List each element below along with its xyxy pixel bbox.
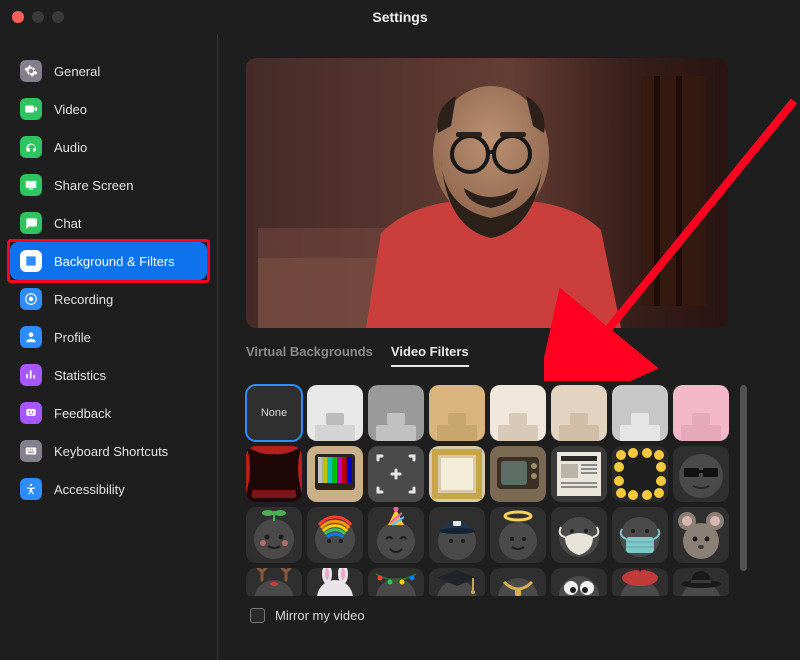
zoom-window-button[interactable] [52,11,64,23]
sidebar-item-label: Recording [54,292,113,307]
titlebar: Settings [0,0,800,34]
sidebar-item-share-screen[interactable]: Share Screen [10,166,207,204]
sidebar: General Video Audio Share Screen Chat [0,34,218,660]
filter-bunny[interactable] [307,568,363,596]
filter-room-cream[interactable] [490,385,546,441]
filter-tv-color-bars[interactable] [307,446,363,502]
sidebar-item-label: Statistics [54,368,106,383]
video-icon [20,98,42,120]
sidebar-item-label: Feedback [54,406,111,421]
filter-n95-mask-face[interactable] [551,507,607,563]
window-title: Settings [372,9,427,25]
sidebar-item-statistics[interactable]: Statistics [10,356,207,394]
filter-room-tan[interactable] [429,385,485,441]
filter-rainbow-face[interactable] [307,507,363,563]
filter-party-hat-face[interactable] [368,507,424,563]
sidebar-item-chat[interactable]: Chat [10,204,207,242]
mirror-label: Mirror my video [275,608,365,623]
filter-grad-cap[interactable] [429,568,485,596]
sidebar-item-video[interactable]: Video [10,90,207,128]
feedback-icon [20,402,42,424]
video-preview [246,58,728,328]
filter-theater[interactable] [246,446,302,502]
sidebar-item-audio[interactable]: Audio [10,128,207,166]
sidebar-item-label: Profile [54,330,91,345]
filter-chain[interactable] [490,568,546,596]
close-window-button[interactable] [12,11,24,23]
filter-grid: None [246,385,730,596]
filter-retro-tv[interactable] [490,446,546,502]
filter-surgical-mask-face[interactable] [612,507,668,563]
filter-eyes[interactable] [551,568,607,596]
filter-room-beige[interactable] [551,385,607,441]
sidebar-item-label: Audio [54,140,87,155]
filter-focus-frame[interactable] [368,446,424,502]
filter-halo-face[interactable] [490,507,546,563]
share-screen-icon [20,174,42,196]
filter-sprout-face[interactable] [246,507,302,563]
background-filters-icon [20,250,42,272]
sidebar-item-label: Keyboard Shortcuts [54,444,168,459]
filter-newspaper[interactable] [551,446,607,502]
filter-tabs: Virtual Backgrounds Video Filters [246,344,780,367]
sidebar-item-label: Video [54,102,87,117]
filter-none[interactable]: None [246,385,302,441]
recording-icon [20,288,42,310]
tab-virtual-backgrounds[interactable]: Virtual Backgrounds [246,344,373,367]
sidebar-item-accessibility[interactable]: Accessibility [10,470,207,508]
sidebar-item-recording[interactable]: Recording [10,280,207,318]
sidebar-item-label: Accessibility [54,482,125,497]
mirror-checkbox[interactable] [250,608,265,623]
gear-icon [20,60,42,82]
sidebar-item-label: Chat [54,216,81,231]
filter-emoji-border[interactable] [612,446,668,502]
filter-fedora[interactable] [673,568,729,596]
minimize-window-button[interactable] [32,11,44,23]
filter-cap-face[interactable] [429,507,485,563]
profile-icon [20,326,42,348]
statistics-icon [20,364,42,386]
sidebar-item-label: Background & Filters [54,254,175,269]
sidebar-item-profile[interactable]: Profile [10,318,207,356]
sidebar-item-general[interactable]: General [10,52,207,90]
mirror-row: Mirror my video [246,608,780,623]
chat-icon [20,212,42,234]
sidebar-item-label: Share Screen [54,178,134,193]
filter-room-pink[interactable] [673,385,729,441]
filter-sunglasses-face[interactable] [673,446,729,502]
filter-xmas-lights[interactable] [368,568,424,596]
filter-beret[interactable] [612,568,668,596]
filter-room-gray[interactable] [368,385,424,441]
sidebar-item-label: General [54,64,100,79]
filter-room-light[interactable] [307,385,363,441]
filter-gold-frame[interactable] [429,446,485,502]
tab-video-filters[interactable]: Video Filters [391,344,469,367]
traffic-lights [12,11,64,23]
sidebar-item-keyboard-shortcuts[interactable]: Keyboard Shortcuts [10,432,207,470]
audio-icon [20,136,42,158]
filter-scrollbar[interactable] [740,385,747,571]
filter-mouse-face[interactable] [673,507,729,563]
main-panel: Virtual Backgrounds Video Filters None [218,34,800,660]
accessibility-icon [20,478,42,500]
keyboard-icon [20,440,42,462]
filter-antlers[interactable] [246,568,302,596]
sidebar-item-background-filters[interactable]: Background & Filters [10,242,207,280]
filter-room-silver[interactable] [612,385,668,441]
sidebar-item-feedback[interactable]: Feedback [10,394,207,432]
